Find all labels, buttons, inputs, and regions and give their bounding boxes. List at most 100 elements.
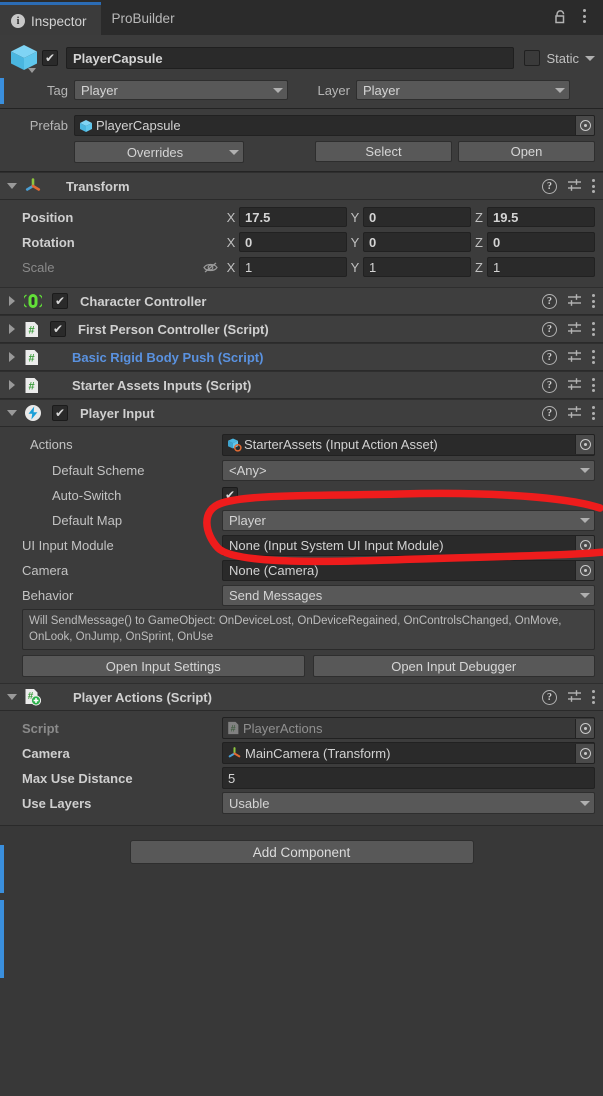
- use-layers-dropdown[interactable]: Usable: [222, 792, 595, 815]
- kebab-menu-icon[interactable]: [592, 378, 595, 392]
- starter-assets-inputs-title: Starter Assets Inputs (Script): [72, 377, 252, 393]
- gameobject-name-input[interactable]: PlayerCapsule: [66, 47, 515, 69]
- script-row: Script # PlayerActions: [8, 717, 595, 740]
- prefab-open-button[interactable]: Open: [458, 141, 595, 162]
- ui-input-module-object-field[interactable]: None (Input System UI Input Module): [222, 534, 595, 556]
- help-icon[interactable]: ?: [542, 405, 557, 421]
- prefab-object-field[interactable]: PlayerCapsule: [74, 115, 595, 136]
- use-layers-label: Use Layers: [22, 795, 92, 811]
- help-icon[interactable]: ?: [542, 377, 557, 393]
- rotation-y-axis-label: Y: [350, 234, 360, 250]
- prefab-select-button[interactable]: Select: [315, 141, 452, 162]
- player-actions-foldout-toggle[interactable]: [6, 694, 18, 701]
- component-header-first-person-controller[interactable]: # ✔ First Person Controller (Script) ?: [0, 315, 603, 343]
- kebab-menu-icon[interactable]: [592, 406, 595, 420]
- auto-switch-checkbox[interactable]: ✔: [222, 487, 238, 503]
- player-input-camera-object-picker-icon[interactable]: [575, 560, 594, 580]
- prefab-object-picker-icon[interactable]: [575, 116, 594, 135]
- component-header-character-controller[interactable]: ✔ Character Controller ?: [0, 287, 603, 315]
- use-layers-chevron-down-icon: [580, 800, 590, 806]
- default-scheme-dropdown[interactable]: <Any>: [222, 459, 595, 481]
- tab-inspector-label: Inspector: [31, 13, 87, 29]
- behavior-dropdown[interactable]: Send Messages: [222, 584, 595, 606]
- player-actions-camera-object-field[interactable]: MainCamera (Transform): [222, 742, 595, 765]
- rotation-y-input[interactable]: 0: [363, 232, 471, 252]
- prefab-override-bar-player-actions-2: [0, 900, 4, 978]
- help-icon[interactable]: ?: [542, 349, 557, 365]
- tab-probuilder[interactable]: ProBuilder: [101, 2, 189, 35]
- gameobject-enabled-checkbox[interactable]: ✔: [42, 50, 58, 66]
- tab-probuilder-label: ProBuilder: [111, 11, 175, 26]
- player-input-camera-label: Camera: [22, 562, 69, 578]
- max-use-distance-input[interactable]: 5: [222, 767, 595, 790]
- tab-inspector[interactable]: i Inspector: [0, 2, 101, 35]
- position-x-input[interactable]: 17.5: [239, 207, 347, 227]
- kebab-menu-icon[interactable]: [592, 294, 595, 308]
- help-icon[interactable]: ?: [542, 178, 557, 194]
- tag-chevron-down-icon: [273, 87, 283, 93]
- transform-foldout-toggle[interactable]: [6, 183, 18, 189]
- preset-sliders-icon[interactable]: [567, 689, 582, 706]
- position-y-input[interactable]: 0: [363, 207, 471, 227]
- component-header-starter-assets-inputs[interactable]: # Starter Assets Inputs (Script) ?: [0, 371, 603, 399]
- preset-sliders-icon[interactable]: [567, 405, 582, 422]
- position-vector3: X 17.5 Y 0 Z 19.5: [223, 207, 595, 227]
- kebab-menu-icon[interactable]: [592, 350, 595, 364]
- transform-rotation-row: Rotation X 0 Y 0 Z 0: [8, 231, 595, 253]
- constrain-proportions-off-icon[interactable]: [198, 261, 223, 274]
- kebab-menu-icon[interactable]: [592, 179, 595, 193]
- player-input-enabled-checkbox[interactable]: ✔: [52, 405, 68, 421]
- player-input-foldout-toggle[interactable]: [6, 410, 18, 416]
- player-input-camera-object-field[interactable]: None (Camera): [222, 559, 595, 581]
- character-controller-foldout-toggle[interactable]: [6, 296, 18, 306]
- first-person-controller-enabled-checkbox[interactable]: ✔: [50, 321, 66, 337]
- static-checkbox[interactable]: [524, 50, 541, 66]
- preset-sliders-icon[interactable]: [567, 178, 582, 195]
- static-dropdown-chevron-down-icon[interactable]: [585, 55, 595, 61]
- component-header-transform[interactable]: Transform ?: [0, 172, 603, 200]
- rotation-x-input[interactable]: 0: [239, 232, 347, 252]
- ui-input-module-object-picker-icon[interactable]: [575, 535, 594, 555]
- starter-assets-inputs-foldout-toggle[interactable]: [6, 380, 18, 390]
- kebab-menu-icon[interactable]: [592, 322, 595, 336]
- add-component-button[interactable]: Add Component: [129, 840, 474, 865]
- first-person-controller-foldout-toggle[interactable]: [6, 324, 18, 334]
- use-layers-value: Usable: [229, 795, 270, 811]
- component-header-player-input[interactable]: ✔ Player Input ?: [0, 399, 603, 427]
- position-x-axis-label: X: [226, 209, 236, 225]
- padlock-unlocked-icon[interactable]: [549, 5, 571, 27]
- preset-sliders-icon[interactable]: [567, 377, 582, 394]
- component-header-player-actions[interactable]: # Player Actions (Script) ?: [0, 683, 603, 712]
- default-map-dropdown[interactable]: Player: [222, 509, 595, 531]
- overrides-dropdown[interactable]: Overrides: [74, 141, 244, 163]
- preset-sliders-icon[interactable]: [567, 321, 582, 338]
- kebab-menu-icon[interactable]: [573, 5, 595, 27]
- preset-sliders-icon[interactable]: [567, 293, 582, 310]
- character-controller-enabled-checkbox[interactable]: ✔: [52, 293, 68, 309]
- rotation-z-input[interactable]: 0: [487, 232, 595, 252]
- tag-dropdown[interactable]: Player: [74, 80, 288, 100]
- help-icon[interactable]: ?: [542, 293, 557, 309]
- actions-object-field[interactable]: StarterAssets (Input Action Asset): [222, 433, 595, 456]
- kebab-menu-icon[interactable]: [592, 690, 595, 705]
- actions-object-picker-icon[interactable]: [575, 435, 594, 454]
- open-input-settings-button[interactable]: Open Input Settings: [22, 655, 305, 678]
- position-z-input[interactable]: 19.5: [487, 207, 595, 227]
- scale-z-input[interactable]: 1: [487, 257, 595, 277]
- ui-input-module-row: UI Input Module None (Input System UI In…: [8, 534, 595, 556]
- basic-rigid-body-push-foldout-toggle[interactable]: [6, 352, 18, 362]
- player-input-title: Player Input: [80, 405, 155, 421]
- help-icon[interactable]: ?: [542, 689, 557, 705]
- prefab-row: Prefab PlayerCapsule: [0, 109, 603, 136]
- transform-axis-icon: [227, 746, 242, 761]
- player-actions-camera-object-picker-icon[interactable]: [575, 743, 594, 763]
- prefab-override-bar-header: [0, 78, 4, 104]
- scale-x-input[interactable]: 1: [239, 257, 347, 277]
- open-input-debugger-button[interactable]: Open Input Debugger: [312, 655, 595, 678]
- component-header-basic-rigid-body-push[interactable]: # Basic Rigid Body Push (Script) ?: [0, 343, 603, 371]
- help-icon[interactable]: ?: [542, 321, 557, 337]
- scale-y-input[interactable]: 1: [363, 257, 471, 277]
- layer-dropdown[interactable]: Player: [356, 80, 570, 100]
- layer-value: Player: [363, 82, 400, 98]
- preset-sliders-icon[interactable]: [567, 349, 582, 366]
